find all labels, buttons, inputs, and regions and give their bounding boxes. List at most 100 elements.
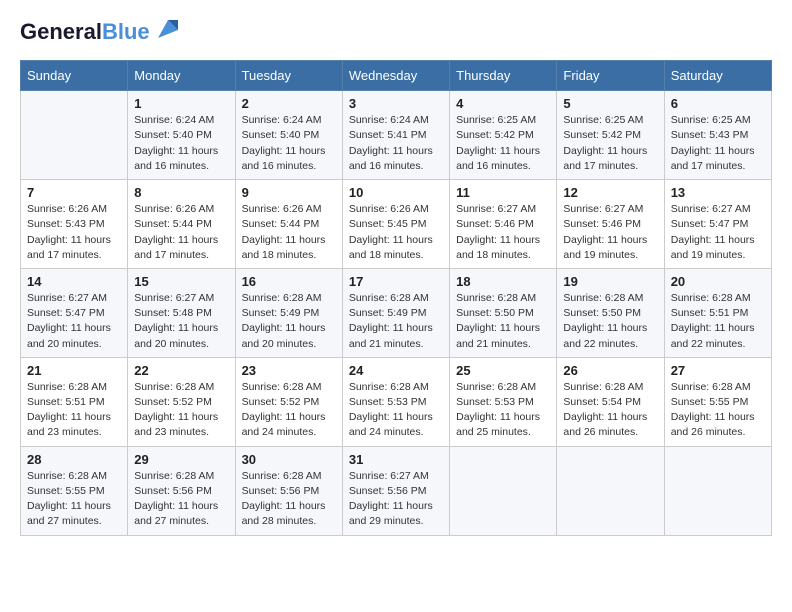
calendar-table: Sunday Monday Tuesday Wednesday Thursday… (20, 60, 772, 535)
calendar-cell: 3Sunrise: 6:24 AMSunset: 5:41 PMDaylight… (342, 91, 449, 180)
calendar-week-row: 28 Sunrise: 6:28 AMSunset: 5:55 PMDayligh… (21, 446, 772, 535)
day-info: Sunrise: 6:25 AMSunset: 5:42 PMDaylight:… (456, 113, 550, 174)
day-number: 8 (134, 185, 228, 200)
calendar-week-row: 1 Sunrise: 6:24 AMSunset: 5:40 PMDaylight… (21, 91, 772, 180)
day-number: 19 (563, 274, 657, 289)
day-number: 5 (563, 96, 657, 111)
day-number: 10 (349, 185, 443, 200)
day-number: 30 (242, 452, 336, 467)
calendar-cell: 14 Sunrise: 6:27 AMSunset: 5:47 PMDayligh… (21, 268, 128, 357)
day-info: Sunrise: 6:24 AMSunset: 5:41 PMDaylight:… (349, 113, 443, 174)
calendar-cell: 20 Sunrise: 6:28 AMSunset: 5:51 PMDayligh… (664, 268, 771, 357)
col-saturday: Saturday (664, 61, 771, 91)
day-number: 12 (563, 185, 657, 200)
day-info: Sunrise: 6:25 AMSunset: 5:42 PMDaylight:… (563, 113, 657, 174)
day-number: 9 (242, 185, 336, 200)
day-info: Sunrise: 6:28 AMSunset: 5:49 PMDaylight:… (242, 291, 336, 352)
day-info: Sunrise: 6:24 AMSunset: 5:40 PMDaylight:… (242, 113, 336, 174)
calendar-cell: 31 Sunrise: 6:27 AMSunset: 5:56 PMDayligh… (342, 446, 449, 535)
day-info: Sunrise: 6:28 AMSunset: 5:52 PMDaylight:… (242, 380, 336, 441)
day-info: Sunrise: 6:26 AMSunset: 5:44 PMDaylight:… (134, 202, 228, 263)
day-info: Sunrise: 6:28 AMSunset: 5:50 PMDaylight:… (563, 291, 657, 352)
logo: GeneralBlue (20, 20, 182, 44)
calendar-cell: 15Sunrise: 6:27 AMSunset: 5:48 PMDayligh… (128, 268, 235, 357)
calendar-header-row: Sunday Monday Tuesday Wednesday Thursday… (21, 61, 772, 91)
day-info: Sunrise: 6:28 AMSunset: 5:54 PMDaylight:… (563, 380, 657, 441)
calendar-cell: 25 Sunrise: 6:28 AMSunset: 5:53 PMDayligh… (450, 357, 557, 446)
calendar-cell: 27Sunrise: 6:28 AMSunset: 5:55 PMDayligh… (664, 357, 771, 446)
day-info: Sunrise: 6:27 AMSunset: 5:47 PMDaylight:… (27, 291, 121, 352)
day-info: Sunrise: 6:28 AMSunset: 5:53 PMDaylight:… (456, 380, 550, 441)
calendar-cell: 7 Sunrise: 6:26 AMSunset: 5:43 PMDaylight… (21, 180, 128, 269)
calendar-cell: 29 Sunrise: 6:28 AMSunset: 5:56 PMDayligh… (128, 446, 235, 535)
day-number: 2 (242, 96, 336, 111)
calendar-cell: 6 Sunrise: 6:25 AMSunset: 5:43 PMDaylight… (664, 91, 771, 180)
day-number: 6 (671, 96, 765, 111)
calendar-cell: 8 Sunrise: 6:26 AMSunset: 5:44 PMDaylight… (128, 180, 235, 269)
calendar-cell: 19 Sunrise: 6:28 AMSunset: 5:50 PMDayligh… (557, 268, 664, 357)
day-info: Sunrise: 6:28 AMSunset: 5:50 PMDaylight:… (456, 291, 550, 352)
day-info: Sunrise: 6:28 AMSunset: 5:52 PMDaylight:… (134, 380, 228, 441)
day-info: Sunrise: 6:27 AMSunset: 5:46 PMDaylight:… (563, 202, 657, 263)
day-number: 28 (27, 452, 121, 467)
day-info: Sunrise: 6:28 AMSunset: 5:51 PMDaylight:… (671, 291, 765, 352)
day-info: Sunrise: 6:28 AMSunset: 5:56 PMDaylight:… (134, 469, 228, 530)
day-number: 11 (456, 185, 550, 200)
calendar-cell: 10 Sunrise: 6:26 AMSunset: 5:45 PMDayligh… (342, 180, 449, 269)
calendar-cell: 17Sunrise: 6:28 AMSunset: 5:49 PMDayligh… (342, 268, 449, 357)
day-number: 31 (349, 452, 443, 467)
day-number: 4 (456, 96, 550, 111)
col-friday: Friday (557, 61, 664, 91)
col-wednesday: Wednesday (342, 61, 449, 91)
calendar-cell (21, 91, 128, 180)
day-number: 22 (134, 363, 228, 378)
day-info: Sunrise: 6:25 AMSunset: 5:43 PMDaylight:… (671, 113, 765, 174)
calendar-cell: 21Sunrise: 6:28 AMSunset: 5:51 PMDayligh… (21, 357, 128, 446)
calendar-cell: 4 Sunrise: 6:25 AMSunset: 5:42 PMDaylight… (450, 91, 557, 180)
calendar-week-row: 14 Sunrise: 6:27 AMSunset: 5:47 PMDayligh… (21, 268, 772, 357)
calendar-cell: 11 Sunrise: 6:27 AMSunset: 5:46 PMDayligh… (450, 180, 557, 269)
calendar-cell: 5 Sunrise: 6:25 AMSunset: 5:42 PMDaylight… (557, 91, 664, 180)
day-info: Sunrise: 6:28 AMSunset: 5:55 PMDaylight:… (671, 380, 765, 441)
logo-icon (154, 16, 182, 44)
col-sunday: Sunday (21, 61, 128, 91)
day-number: 14 (27, 274, 121, 289)
calendar-week-row: 7 Sunrise: 6:26 AMSunset: 5:43 PMDaylight… (21, 180, 772, 269)
calendar-cell (557, 446, 664, 535)
day-info: Sunrise: 6:26 AMSunset: 5:43 PMDaylight:… (27, 202, 121, 263)
logo-text: GeneralBlue (20, 20, 150, 44)
day-number: 29 (134, 452, 228, 467)
day-info: Sunrise: 6:26 AMSunset: 5:44 PMDaylight:… (242, 202, 336, 263)
calendar-cell: 12 Sunrise: 6:27 AMSunset: 5:46 PMDayligh… (557, 180, 664, 269)
day-number: 26 (563, 363, 657, 378)
calendar-cell (664, 446, 771, 535)
day-info: Sunrise: 6:26 AMSunset: 5:45 PMDaylight:… (349, 202, 443, 263)
day-number: 25 (456, 363, 550, 378)
calendar-cell: 23 Sunrise: 6:28 AMSunset: 5:52 PMDayligh… (235, 357, 342, 446)
day-number: 21 (27, 363, 121, 378)
day-number: 1 (134, 96, 228, 111)
day-info: Sunrise: 6:28 AMSunset: 5:55 PMDaylight:… (27, 469, 121, 530)
col-thursday: Thursday (450, 61, 557, 91)
calendar-cell: 13Sunrise: 6:27 AMSunset: 5:47 PMDayligh… (664, 180, 771, 269)
calendar-cell: 18 Sunrise: 6:28 AMSunset: 5:50 PMDayligh… (450, 268, 557, 357)
day-number: 18 (456, 274, 550, 289)
calendar-cell: 30Sunrise: 6:28 AMSunset: 5:56 PMDayligh… (235, 446, 342, 535)
page-header: GeneralBlue (20, 20, 772, 44)
calendar-cell: 24Sunrise: 6:28 AMSunset: 5:53 PMDayligh… (342, 357, 449, 446)
day-info: Sunrise: 6:28 AMSunset: 5:49 PMDaylight:… (349, 291, 443, 352)
day-info: Sunrise: 6:27 AMSunset: 5:47 PMDaylight:… (671, 202, 765, 263)
calendar-week-row: 21Sunrise: 6:28 AMSunset: 5:51 PMDayligh… (21, 357, 772, 446)
col-monday: Monday (128, 61, 235, 91)
day-info: Sunrise: 6:28 AMSunset: 5:53 PMDaylight:… (349, 380, 443, 441)
day-info: Sunrise: 6:24 AMSunset: 5:40 PMDaylight:… (134, 113, 228, 174)
day-number: 15 (134, 274, 228, 289)
calendar-cell: 28 Sunrise: 6:28 AMSunset: 5:55 PMDayligh… (21, 446, 128, 535)
calendar-cell: 22 Sunrise: 6:28 AMSunset: 5:52 PMDayligh… (128, 357, 235, 446)
day-info: Sunrise: 6:27 AMSunset: 5:56 PMDaylight:… (349, 469, 443, 530)
calendar-cell: 26 Sunrise: 6:28 AMSunset: 5:54 PMDayligh… (557, 357, 664, 446)
day-number: 7 (27, 185, 121, 200)
day-number: 20 (671, 274, 765, 289)
day-info: Sunrise: 6:27 AMSunset: 5:46 PMDaylight:… (456, 202, 550, 263)
day-number: 23 (242, 363, 336, 378)
